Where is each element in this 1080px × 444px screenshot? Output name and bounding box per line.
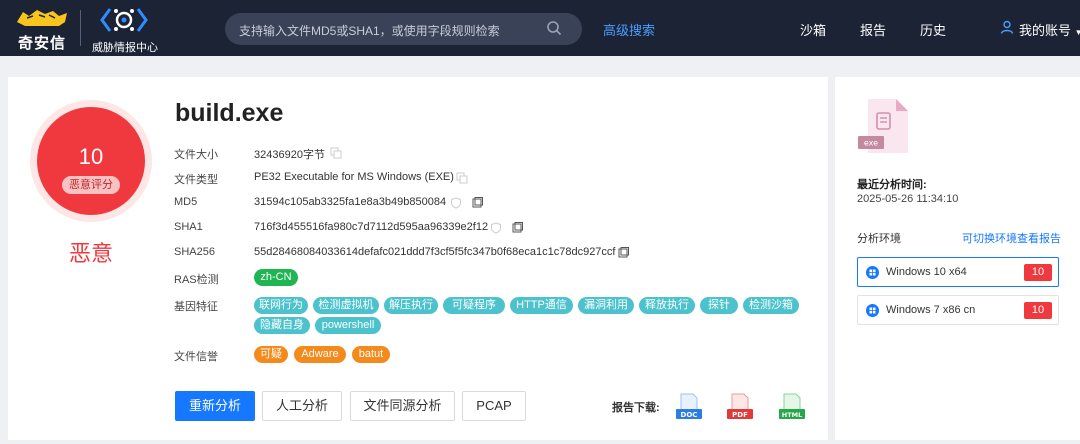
field-label-reputation: 文件信誉	[174, 351, 218, 363]
field-label-sha1: SHA1	[174, 221, 203, 233]
score-value: 10	[78, 144, 104, 169]
file-ext-label: exe	[864, 139, 878, 148]
reanalyze-button[interactable]: 重新分析	[175, 391, 255, 421]
field-label-ras: RAS检测	[174, 274, 219, 286]
env-score-badge: 10	[1024, 264, 1052, 281]
account-label: 我的账号	[1019, 23, 1072, 38]
field-label-md5: MD5	[174, 196, 198, 208]
copy-icon[interactable]	[330, 147, 342, 159]
product-logo[interactable]: 威胁情报中心	[88, 5, 162, 54]
html-download-icon[interactable]: HTML	[777, 393, 807, 421]
qianxin-tiger-logo	[17, 10, 67, 26]
windows-icon	[866, 304, 879, 317]
nav-sandbox[interactable]: 沙箱	[800, 20, 826, 39]
reputation-tag[interactable]: 可疑	[254, 346, 288, 363]
account-menu[interactable]: 我的账号 ▼	[1019, 20, 1080, 39]
brand-name: 奇安信	[17, 35, 66, 52]
last-analysis-label: 最近分析时间:	[857, 179, 927, 191]
field-value-size: 32436920字节	[254, 149, 325, 161]
manual-analysis-button[interactable]: 人工分析	[262, 391, 342, 421]
caret-down-icon: ▼	[1074, 28, 1080, 37]
exe-file-icon: exe	[858, 99, 908, 153]
search-input[interactable]: 支持输入文件MD5或SHA1，或使用字段规则检索	[225, 13, 582, 45]
brand-logo[interactable]: 奇安信	[12, 6, 72, 52]
field-label-size: 文件大小	[174, 149, 218, 161]
gene-tag[interactable]: 联网行为	[254, 297, 308, 314]
file-name: build.exe	[175, 99, 284, 127]
gene-tag[interactable]: 探针	[700, 297, 738, 314]
windows-icon	[866, 266, 879, 279]
copy-icon[interactable]	[511, 222, 523, 234]
copy-icon[interactable]	[471, 197, 483, 209]
pcap-button[interactable]: PCAP	[462, 391, 526, 421]
field-value-sha1: 716f3d455516fa980c7d7112d595aa96339e2f12	[254, 221, 489, 233]
env-score-badge: 10	[1024, 302, 1052, 319]
field-value-sha256: 55d28468084033614defafc021ddd7f3cf5f5fc3…	[254, 246, 616, 258]
gene-tag[interactable]: 隐藏自身	[254, 317, 310, 334]
field-value-type: PE32 Executable for MS Windows (EXE)	[254, 171, 454, 183]
gene-tag[interactable]: 可疑程序	[443, 297, 505, 314]
gene-tag[interactable]: powershell	[315, 317, 381, 334]
copy-icon[interactable]	[456, 172, 468, 184]
gene-tag[interactable]: 漏洞利用	[578, 297, 634, 314]
pdf-download-icon[interactable]: PDF	[725, 393, 755, 421]
shield-icon[interactable]	[450, 197, 462, 209]
gene-tag[interactable]: 检测沙箱	[743, 297, 799, 314]
score-tag: 恶意评分	[62, 176, 120, 194]
field-label-type: 文件类型	[174, 174, 218, 186]
reputation-tag[interactable]: batut	[352, 346, 390, 363]
product-name: 威胁情报中心	[92, 42, 158, 54]
user-icon	[1000, 20, 1014, 34]
threat-intel-logo-icon	[100, 8, 148, 32]
copy-icon[interactable]	[617, 247, 629, 259]
pdf-label: PDF	[732, 411, 748, 419]
search-placeholder: 支持输入文件MD5或SHA1，或使用字段规则检索	[239, 24, 500, 38]
field-label-gene: 基因特征	[174, 301, 218, 313]
gene-tag[interactable]: 释放执行	[639, 297, 695, 314]
gene-tag[interactable]: 解压执行	[384, 297, 438, 314]
env-label: 分析环境	[857, 233, 901, 245]
verdict-label: 恶意	[68, 241, 113, 266]
last-analysis-time: 2025-05-26 11:34:10	[857, 193, 959, 205]
search-icon[interactable]	[546, 20, 562, 36]
shield-icon[interactable]	[490, 222, 502, 234]
logo-divider	[80, 10, 81, 46]
env-switch-link[interactable]: 可切换环境查看报告	[962, 230, 1061, 246]
field-value-md5: 31594c105ab3325fa1e8a3b49b850084	[254, 196, 447, 208]
nav-report[interactable]: 报告	[860, 20, 886, 39]
nav-history[interactable]: 历史	[920, 20, 946, 39]
advanced-search-link[interactable]: 高级搜索	[603, 20, 655, 39]
env-name: Windows 10 x64	[886, 266, 967, 278]
ras-tag[interactable]: zh-CN	[254, 269, 298, 286]
env-row-win10[interactable]: Windows 10 x64 10	[857, 257, 1059, 287]
html-label: HTML	[782, 411, 802, 419]
doc-download-icon[interactable]: DOC	[674, 393, 704, 421]
env-name: Windows 7 x86 cn	[886, 304, 976, 316]
field-label-sha256: SHA256	[174, 246, 215, 258]
gene-tag[interactable]: HTTP通信	[510, 297, 573, 314]
env-row-win7[interactable]: Windows 7 x86 cn 10	[857, 295, 1059, 325]
download-label: 报告下载:	[612, 402, 660, 414]
reputation-tag[interactable]: Adware	[294, 346, 346, 363]
doc-label: DOC	[681, 411, 698, 419]
gene-tag[interactable]: 检测虚拟机	[313, 297, 379, 314]
homology-analysis-button[interactable]: 文件同源分析	[350, 391, 455, 421]
